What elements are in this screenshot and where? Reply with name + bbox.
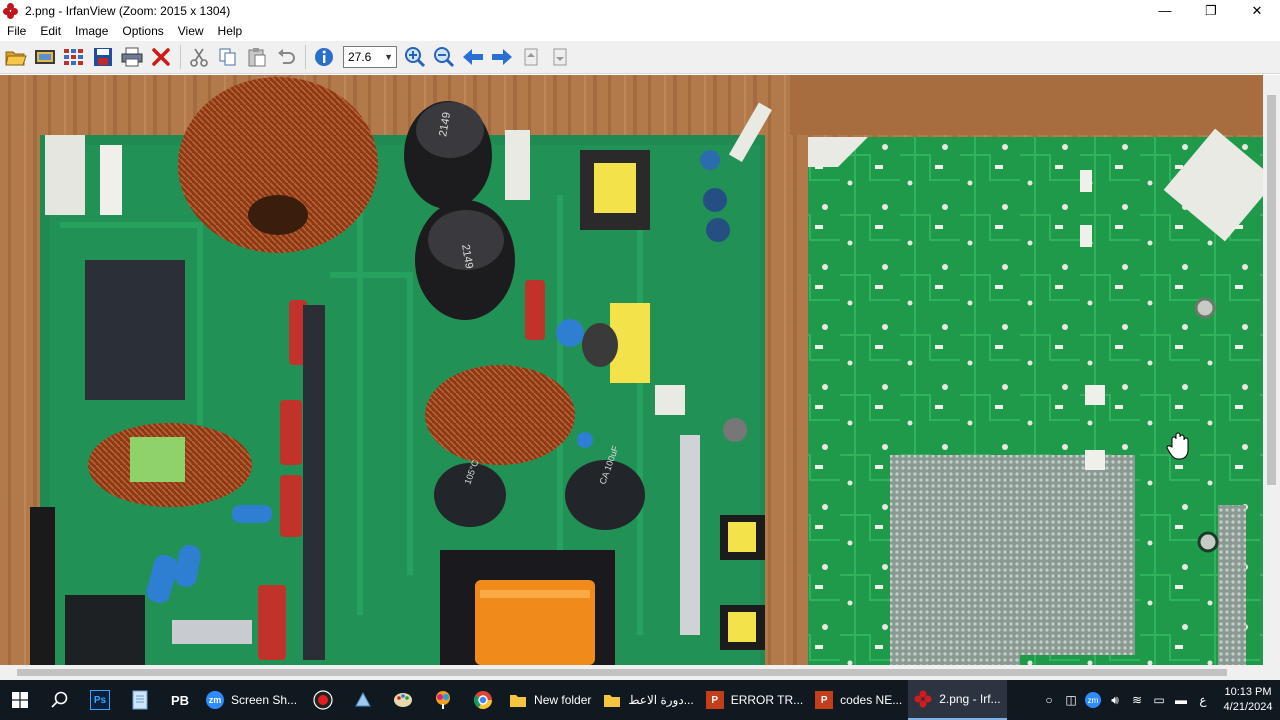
- title-bar: 2.png - IrfanView (Zoom: 2015 x 1304) — …: [0, 0, 1280, 21]
- menu-image[interactable]: Image: [68, 24, 115, 38]
- paint-icon[interactable]: [383, 680, 423, 720]
- thumbnails-icon[interactable]: [60, 44, 87, 71]
- clock[interactable]: 10:13 PM 4/21/2024: [1216, 685, 1280, 715]
- irfanview-app-icon: [3, 2, 19, 19]
- menu-view[interactable]: View: [171, 24, 211, 38]
- taskbar-app-error-tr[interactable]: P ERROR TR...: [700, 680, 809, 720]
- battery-icon[interactable]: ▬: [1170, 680, 1192, 720]
- close-button[interactable]: ✕: [1234, 0, 1280, 21]
- display-icon[interactable]: ▭: [1148, 680, 1170, 720]
- toolbar-separator: [305, 45, 306, 69]
- powerpoint-icon: P: [815, 691, 834, 709]
- info-icon[interactable]: [310, 44, 337, 71]
- taskbar: Ps PB zm Screen Sh... New folder دورة ال…: [0, 680, 1280, 720]
- cut-icon[interactable]: [185, 44, 212, 71]
- record-icon[interactable]: [303, 680, 343, 720]
- taskbar-app-label: codes NE...: [840, 693, 903, 707]
- clock-date: 4/21/2024: [1223, 701, 1273, 713]
- taskbar-app-label: New folder: [534, 693, 592, 707]
- menu-bar: File Edit Image Options View Help: [0, 21, 1280, 41]
- clock-time: 10:13 PM: [1224, 686, 1272, 698]
- vertical-scrollbar[interactable]: [1263, 75, 1280, 665]
- network-tray-icon[interactable]: ◫: [1060, 680, 1082, 720]
- chrome-icon[interactable]: [463, 680, 503, 720]
- powerpoint-icon: P: [705, 691, 724, 709]
- taskbar-app-label: Screen Sh...: [231, 693, 298, 707]
- snipping-tool-icon[interactable]: [343, 680, 383, 720]
- horizontal-scroll-thumb[interactable]: [17, 669, 1227, 676]
- zoom-value: 27.6: [348, 50, 372, 64]
- irfanview-icon: [914, 690, 932, 708]
- zoom-in-icon[interactable]: [401, 44, 428, 71]
- taskbar-app-label: ERROR TR...: [730, 693, 804, 707]
- vertical-scroll-thumb[interactable]: [1267, 95, 1276, 485]
- save-icon[interactable]: [89, 44, 116, 71]
- menu-file[interactable]: File: [0, 24, 33, 38]
- chevron-down-icon: ▼: [384, 52, 393, 62]
- taskbar-app-screen-shot[interactable]: zm Screen Sh...: [200, 680, 303, 720]
- search-icon[interactable]: [40, 680, 80, 720]
- photoshop-icon[interactable]: Ps: [80, 680, 120, 720]
- minimize-button[interactable]: —: [1142, 0, 1188, 21]
- system-tray: ○ ◫ zm 🔊︎ ≋ ▭ ▬ ع 10:13 PM 4/21/2024: [1038, 680, 1280, 720]
- folder-icon: [603, 691, 621, 709]
- windows-start-icon[interactable]: [0, 680, 40, 720]
- window-title: 2.png - IrfanView (Zoom: 2015 x 1304): [25, 3, 231, 18]
- menu-edit[interactable]: Edit: [33, 24, 68, 38]
- restore-button[interactable]: ❐: [1188, 0, 1234, 21]
- image-canvas[interactable]: 2149 2149 105°C CA 100uF: [0, 75, 1280, 665]
- paste-icon[interactable]: [243, 44, 270, 71]
- chat-icon[interactable]: ○: [1038, 680, 1060, 720]
- pb-icon[interactable]: PB: [160, 680, 200, 720]
- print-icon[interactable]: [118, 44, 145, 71]
- zoom-select[interactable]: 27.6 ▼: [343, 46, 397, 68]
- taskbar-app-new-folder[interactable]: New folder: [503, 680, 597, 720]
- zoom-out-icon[interactable]: [430, 44, 457, 71]
- first-page-icon[interactable]: [517, 44, 544, 71]
- menu-help[interactable]: Help: [211, 24, 250, 38]
- slideshow-icon[interactable]: [31, 44, 58, 71]
- taskbar-app-label: 2.png - Irf...: [939, 692, 1001, 706]
- taskbar-app-irfanview[interactable]: 2.png - Irf...: [908, 680, 1007, 720]
- last-page-icon[interactable]: [546, 44, 573, 71]
- previous-icon[interactable]: [459, 44, 486, 71]
- wifi-icon[interactable]: ≋: [1126, 680, 1148, 720]
- copy-icon[interactable]: [214, 44, 241, 71]
- folder-icon: [509, 691, 527, 709]
- toolbar: 27.6 ▼: [0, 41, 1280, 74]
- taskbar-app-codes-ne[interactable]: P codes NE...: [809, 680, 908, 720]
- open-icon[interactable]: [2, 44, 29, 71]
- volume-icon[interactable]: 🔊︎: [1104, 680, 1126, 720]
- menu-options[interactable]: Options: [115, 24, 170, 38]
- taskbar-app-label: دورة الاعط...: [628, 693, 694, 707]
- delete-icon[interactable]: [147, 44, 174, 71]
- zoom-tray-icon[interactable]: zm: [1082, 680, 1104, 720]
- color-picker-icon[interactable]: [423, 680, 463, 720]
- toolbar-separator: [180, 45, 181, 69]
- language-indicator[interactable]: ع: [1192, 680, 1214, 720]
- pcb-photo: 2149 2149 105°C CA 100uF: [0, 75, 1280, 665]
- taskbar-app-arabic-folder[interactable]: دورة الاعط...: [597, 680, 699, 720]
- horizontal-scrollbar[interactable]: [0, 665, 1280, 680]
- undo-icon[interactable]: [272, 44, 299, 71]
- notepad-icon[interactable]: [120, 680, 160, 720]
- next-icon[interactable]: [488, 44, 515, 71]
